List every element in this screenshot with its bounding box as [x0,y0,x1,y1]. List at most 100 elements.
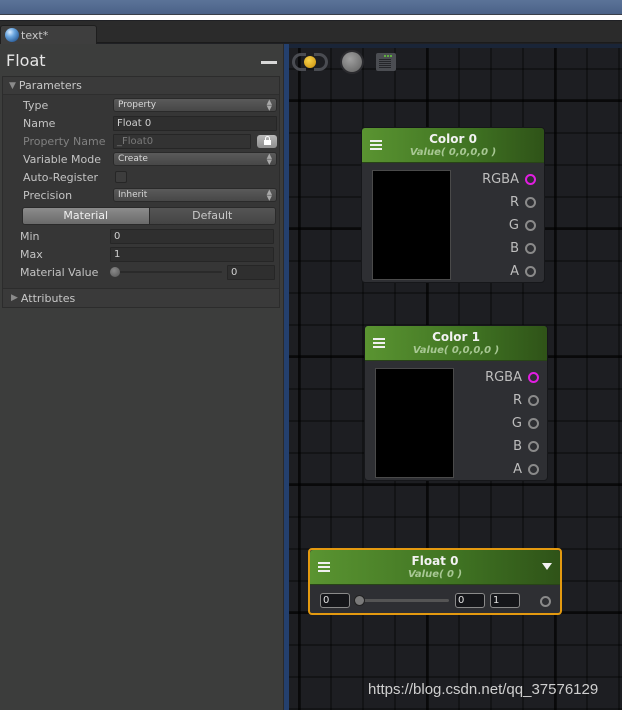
tab-bar: text* [0,21,622,44]
foldout-expanded-icon: ▼ [9,80,16,91]
max-input[interactable]: 1 [110,246,274,262]
updown-arrows-icon: ▲ ▼ [266,188,272,202]
section-label: Parameters [18,79,82,92]
port-connector-icon[interactable] [540,595,551,607]
output-port-a[interactable]: A [513,461,539,477]
port-connector-icon[interactable] [525,242,536,254]
output-port-g[interactable]: G [509,217,536,233]
output-port-b[interactable]: B [510,240,536,256]
window-title-bar [0,0,622,14]
node-title: Float 0 [411,554,459,568]
output-port-rgba[interactable]: RGBA [485,369,539,385]
port-connector-icon[interactable] [528,394,539,406]
updown-arrows-icon: ▲ ▼ [266,152,272,166]
output-port-a[interactable]: A [510,263,536,279]
node-color-1[interactable]: Color 1 Value( 0,0,0,0 ) RGBA R G B A [364,325,548,481]
output-port-b[interactable]: B [513,438,539,454]
port-label: B [513,438,522,454]
color-preview-swatch [375,368,454,478]
port-label: A [513,461,522,477]
slider-track [358,599,449,602]
node-expand-dropdown-icon[interactable] [542,563,552,570]
node-value-slider[interactable] [354,593,449,608]
node-subtitle: Value( 0,0,0,0 ) [409,147,497,158]
lock-button[interactable] [257,134,277,148]
lock-icon [263,136,271,145]
watermark-text: https://blog.csdn.net/qq_37576129 [368,681,599,698]
port-connector-icon[interactable] [528,371,539,383]
node-title: Color 0 [429,132,477,146]
color-preview-swatch [372,170,451,280]
node-min-field[interactable]: 0 [320,593,350,608]
minimize-icon[interactable] [261,61,277,64]
node-color-0[interactable]: Color 0 Value( 0,0,0,0 ) RGBA R G B A [361,127,545,283]
port-connector-icon[interactable] [525,265,536,277]
type-row: Type Property ▲ ▼ [23,97,279,113]
output-port-r[interactable]: R [513,392,539,408]
auto-register-checkbox[interactable] [115,171,127,183]
port-connector-icon[interactable] [525,173,536,185]
console-icon[interactable] [376,53,396,71]
updown-arrows-icon: ▲ ▼ [266,98,272,112]
output-port-rgba[interactable]: RGBA [482,171,536,187]
shader-ball-icon [5,28,19,42]
node-header[interactable]: Float 0 Value( 0 ) [310,550,560,585]
node-value-field[interactable]: 0 [455,593,485,608]
port-connector-icon[interactable] [528,463,539,475]
min-input[interactable]: 0 [110,228,274,244]
auto-register-label: Auto-Register [23,170,99,184]
variable-mode-dropdown[interactable]: Create ▲ ▼ [113,152,277,166]
material-tab[interactable]: Material [23,208,149,224]
record-icon[interactable] [342,52,362,72]
node-float-0[interactable]: Float 0 Value( 0 ) 0 0 1 [308,548,562,615]
parameters-foldout[interactable]: ▼ Parameters [3,77,279,95]
material-value-input[interactable]: 0 [227,264,275,280]
port-connector-icon[interactable] [525,219,536,231]
graph-toolbar [292,50,396,74]
slider-track [112,271,222,273]
material-value-row: Material Value 0 [20,264,276,280]
tab-shader-text[interactable]: text* [0,25,97,44]
node-title: Color 1 [432,330,480,344]
default-tab[interactable]: Default [148,208,275,224]
auto-register-row: Auto-Register [23,169,279,185]
material-value-slider[interactable] [110,265,222,279]
type-dropdown[interactable]: Property ▲ ▼ [113,98,277,112]
node-subtitle: Value( 0 ) [407,569,463,580]
min-row: Min 0 [20,228,276,244]
material-value-label: Material Value [20,265,99,279]
port-connector-icon[interactable] [525,196,536,208]
name-row: Name Float 0 [23,115,279,131]
min-label: Min [20,229,40,243]
port-label: G [508,217,519,233]
port-connector-icon[interactable] [528,440,539,452]
output-port-r[interactable]: R [510,194,536,210]
variable-mode-label: Variable Mode [23,152,102,166]
property-name-input[interactable]: _Float0 [113,133,251,149]
node-header[interactable]: Color 0 Value( 0,0,0,0 ) [362,128,544,163]
foldout-collapsed-icon: ▶ [11,293,18,303]
type-label: Type [23,98,49,112]
dropdown-value: Create [118,154,148,164]
output-port-value[interactable] [540,593,551,609]
precision-dropdown[interactable]: Inherit ▲ ▼ [113,188,277,202]
name-label: Name [23,116,56,130]
max-label: Max [20,247,43,261]
section-label: Attributes [20,291,76,305]
precision-row: Precision Inherit ▲ ▼ [23,187,279,203]
slider-thumb[interactable] [110,267,120,277]
tab-label: text* [21,28,49,42]
port-label: R [512,392,522,408]
node-header[interactable]: Color 1 Value( 0,0,0,0 ) [365,326,547,361]
port-connector-icon[interactable] [528,417,539,429]
slider-thumb[interactable] [354,595,365,606]
attributes-foldout[interactable]: ▶ Attributes [2,288,280,308]
output-port-g[interactable]: G [512,415,539,431]
name-input[interactable]: Float 0 [113,115,277,131]
live-preview-icon[interactable] [292,51,328,73]
port-label: RGBA [485,369,522,385]
dropdown-value: Inherit [118,190,148,200]
material-default-toggle: Material Default [22,207,276,225]
node-max-field[interactable]: 1 [490,593,520,608]
window-divider [0,14,622,20]
